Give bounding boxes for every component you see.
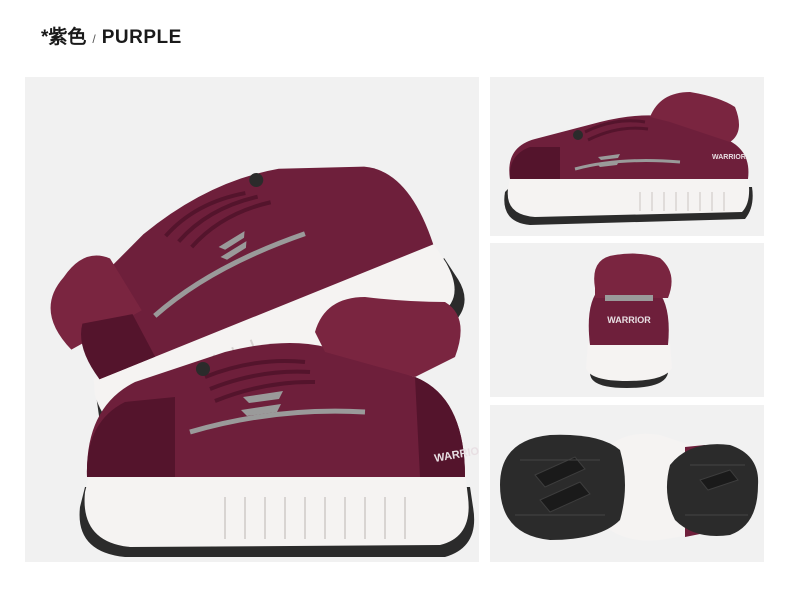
back-view-panel: WARRIOR [490, 243, 764, 397]
title-separator: / [92, 32, 96, 46]
side-view-shoe-image: WARRIOR [504, 92, 753, 225]
back-brand-text: WARRIOR [607, 315, 651, 325]
side-view-panel: WARRIOR [490, 77, 764, 236]
page-title: *紫色 / PURPLE [41, 22, 182, 49]
outsole-shoe-image [500, 433, 759, 541]
title-en: PURPLE [101, 27, 182, 48]
stacked-shoes-image: WARRIOR [50, 166, 479, 557]
back-view-shoe-image: WARRIOR [586, 253, 672, 388]
outsole-view-panel [490, 405, 764, 562]
title-cn: *紫色 [41, 27, 87, 48]
side-brand-text: WARRIOR [712, 154, 746, 161]
main-photo-panel: WARRIOR [25, 77, 479, 562]
